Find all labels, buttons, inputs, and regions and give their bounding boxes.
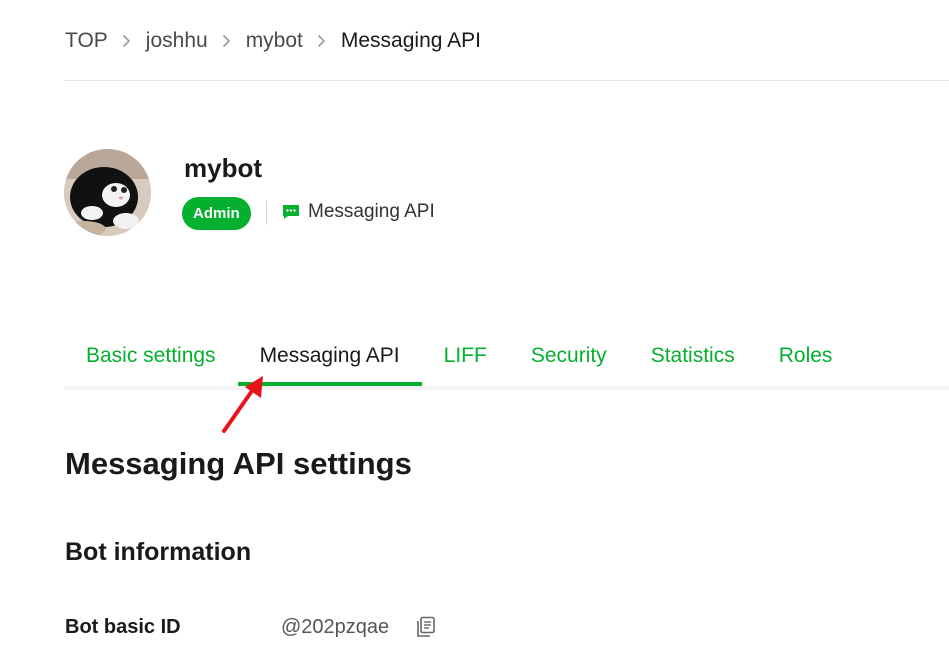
tab-liff[interactable]: LIFF [422,336,509,382]
header-divider [64,80,949,81]
channel-type-label: Messaging API [308,201,435,222]
tab-roles[interactable]: Roles [757,336,855,382]
role-badge: Admin [182,197,251,230]
copy-icon[interactable] [414,615,438,639]
annotation-arrow-icon [222,376,263,433]
tab-statistics[interactable]: Statistics [629,336,757,382]
breadcrumb-top[interactable]: TOP [65,26,108,56]
channel-name: mybot [184,153,262,183]
breadcrumb: TOP joshhu mybot Messaging API [65,26,481,56]
bot-information-heading: Bot information [65,538,252,566]
avatar [64,149,151,236]
chevron-right-icon [303,26,341,56]
bot-basic-id-value: @202pzqae [281,616,390,638]
breadcrumb-current: Messaging API [340,29,481,52]
breadcrumb-provider[interactable]: joshhu [146,26,208,56]
chevron-right-icon [208,26,246,56]
chevron-right-icon [108,26,146,56]
breadcrumb-channel[interactable]: mybot [246,26,303,56]
tab-security[interactable]: Security [509,336,629,382]
chat-bubble-icon [282,204,300,220]
channel-tabs: Basic settings Messaging API LIFF Securi… [64,336,949,390]
meta-divider [266,201,267,225]
page: TOP joshhu mybot Messaging API mybot Adm… [0,0,949,649]
channel-type: Messaging API [282,201,435,223]
bot-basic-id-label: Bot basic ID [65,616,181,638]
section-title: Messaging API settings [65,446,412,481]
tab-basic-settings[interactable]: Basic settings [64,336,238,382]
